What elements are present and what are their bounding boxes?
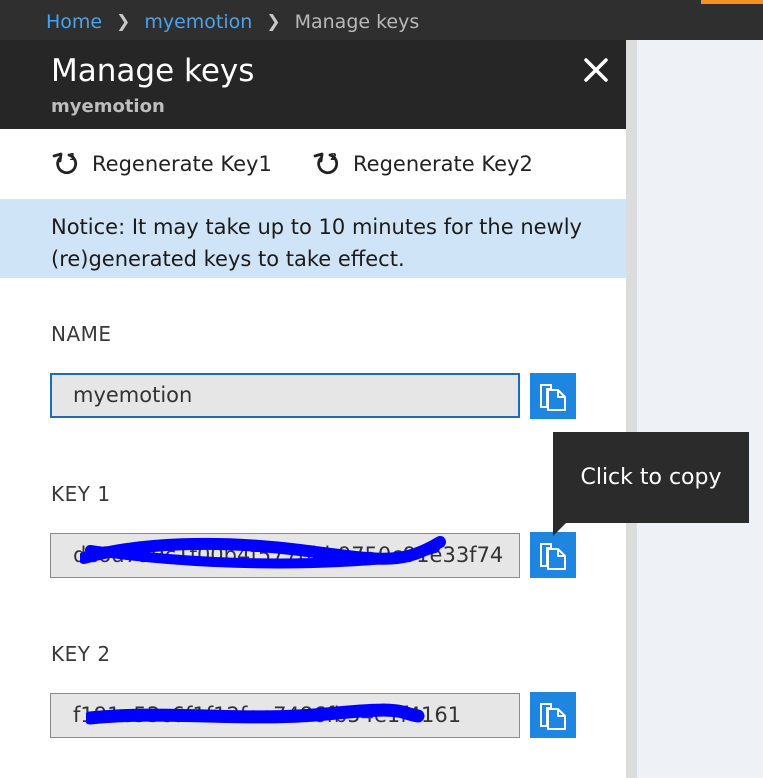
copy-icon (540, 384, 566, 411)
top-bar: Home ❯ myemotion ❯ Manage keys (0, 0, 763, 40)
tooltip-tail (553, 522, 567, 536)
breadcrumb-resource[interactable]: myemotion (144, 11, 252, 33)
copy-icon (540, 543, 566, 570)
breadcrumb-current: Manage keys (294, 11, 420, 33)
notice-banner: Notice: It may take up to 10 minutes for… (0, 200, 626, 278)
copy-icon (540, 703, 566, 730)
key2-label: KEY 2 (51, 642, 111, 666)
regenerate-key1-label: Regenerate Key1 (92, 152, 272, 176)
breadcrumb: Home ❯ myemotion ❯ Manage keys (46, 9, 419, 35)
scrollbar[interactable] (626, 40, 637, 778)
copy-tooltip: Click to copy (553, 432, 749, 523)
svg-text:1: 1 (69, 152, 76, 163)
command-bar: 1 Regenerate Key1 2 Regenerate Key2 (0, 129, 626, 200)
name-label: NAME (51, 322, 112, 346)
background-area (626, 40, 763, 778)
key1-field[interactable]: dc6d799c1f00b4f577bbb9750c91e33f74 (50, 533, 520, 578)
chevron-right-icon: ❯ (116, 12, 131, 32)
regenerate-key1-button[interactable]: 1 Regenerate Key1 (52, 148, 272, 180)
breadcrumb-home[interactable]: Home (46, 11, 102, 33)
regenerate-icon-2: 2 (313, 152, 339, 175)
close-icon[interactable] (583, 57, 609, 83)
page-subtitle: myemotion (51, 96, 165, 117)
regenerate-key2-button[interactable]: 2 Regenerate Key2 (313, 148, 533, 180)
panel-header: Manage keys myemotion (0, 40, 626, 129)
svg-text:2: 2 (330, 152, 337, 163)
key1-label: KEY 1 (51, 482, 111, 506)
copy-key1-button[interactable] (530, 532, 576, 578)
regenerate-key2-label: Regenerate Key2 (353, 152, 533, 176)
chevron-right-icon: ❯ (266, 12, 281, 32)
regenerate-icon-1: 1 (52, 152, 78, 175)
name-field[interactable]: myemotion (50, 373, 520, 418)
page-title: Manage keys (51, 53, 255, 89)
copy-name-button[interactable] (530, 373, 576, 419)
copy-key2-button[interactable] (530, 692, 576, 738)
notice-text: Notice: It may take up to 10 minutes for… (51, 215, 582, 271)
key2-field[interactable]: f191e53c6f1f12fae7486fb54e1f4161 (50, 693, 520, 738)
accent-line (701, 0, 763, 4)
